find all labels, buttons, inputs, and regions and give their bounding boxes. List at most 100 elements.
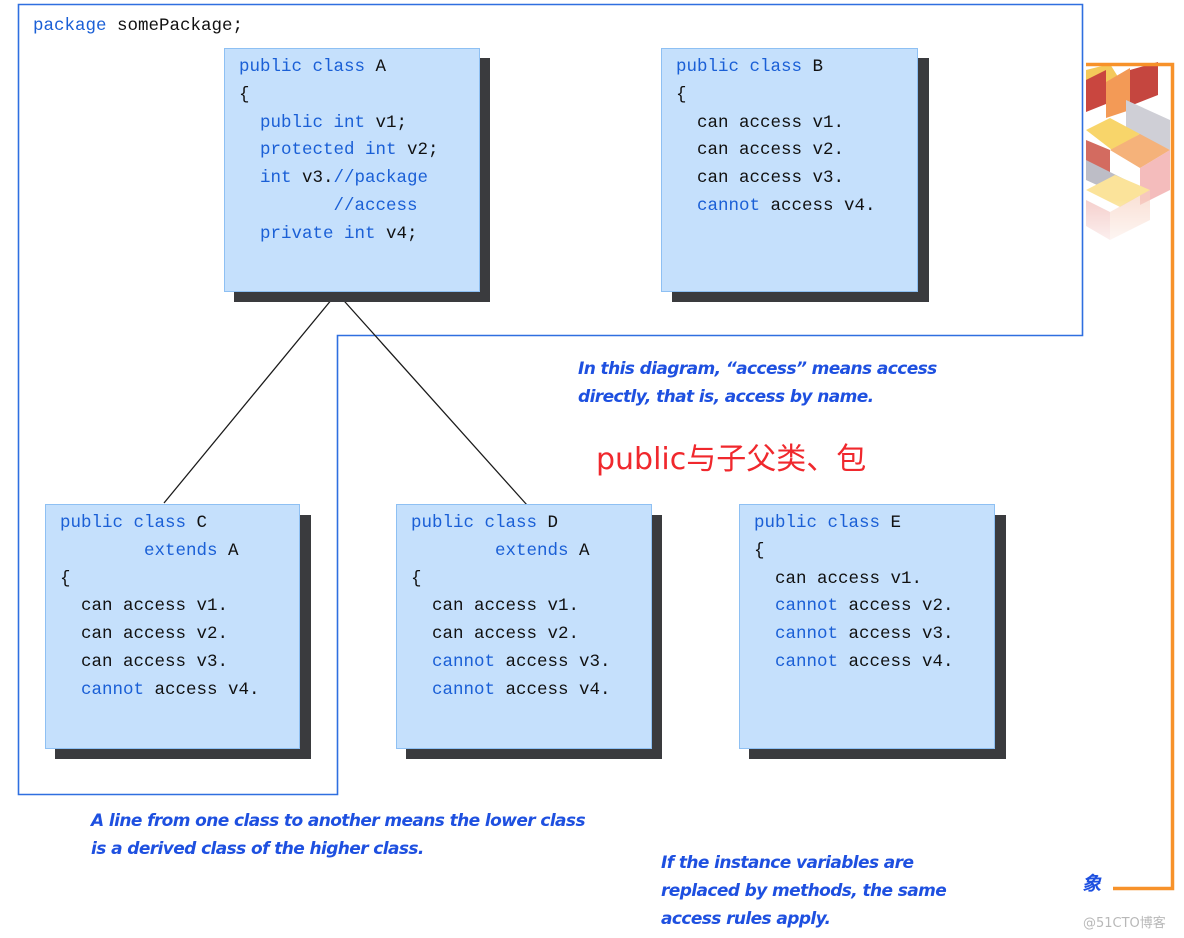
code-keyword: cannot — [754, 596, 839, 617]
class-c-box: public class C extends A { can access v1.… — [45, 504, 312, 760]
inheritance-line-a-d — [336, 292, 528, 506]
code-text: access v4. — [144, 679, 260, 700]
code-text: can access v3. — [60, 651, 229, 672]
note-line: directly, that is, access by name. — [578, 386, 874, 407]
code-text: access v4. — [838, 651, 954, 672]
code-line: { — [239, 82, 479, 110]
code-line: cannot access v4. — [411, 677, 651, 705]
code-line: int v3.//package — [239, 165, 479, 193]
code-text: A — [217, 540, 239, 561]
code-line: public class A — [239, 54, 479, 82]
note-methods-rule: If the instance variables are replaced b… — [661, 849, 981, 932]
code-keyword: public class — [60, 513, 187, 533]
code-line: public class B — [676, 54, 917, 82]
class-b-code: public class B{ can access v1. can acces… — [661, 48, 918, 292]
orange-bracket — [1086, 62, 1175, 891]
class-a-box: public class A{ public int v1; protected… — [224, 48, 492, 303]
code-text: access v4. — [760, 195, 876, 216]
code-keyword: public class — [411, 513, 538, 533]
code-keyword: extends — [60, 540, 218, 561]
code-line: can access v1. — [60, 593, 299, 621]
class-b-box: public class B{ can access v1. can acces… — [661, 48, 931, 303]
code-keyword: int — [239, 168, 292, 189]
code-text: access v4. — [495, 679, 611, 700]
class-c-code: public class C extends A { can access v1.… — [45, 504, 300, 749]
code-text: B — [802, 57, 824, 77]
code-line: //access — [239, 193, 479, 221]
code-line: can access v2. — [60, 621, 299, 649]
note-line: If the instance variables are — [661, 853, 914, 873]
code-line: public int v1; — [239, 110, 479, 138]
code-line: can access v2. — [411, 621, 651, 649]
code-text: { — [411, 568, 422, 589]
code-keyword: //access — [239, 195, 418, 216]
diagram-lines — [17, 3, 1175, 891]
code-line: cannot access v3. — [411, 649, 651, 677]
code-keyword: cannot — [754, 624, 839, 645]
note-line: A line from one class to another means t… — [91, 811, 586, 831]
code-line: { — [60, 566, 299, 594]
code-keyword: cannot — [754, 651, 839, 672]
code-keyword: cannot — [676, 195, 761, 216]
code-line: private int v4; — [239, 221, 479, 249]
code-line: { — [676, 82, 917, 110]
note-line: In this diagram, “access” means access — [578, 359, 937, 379]
code-line: can access v1. — [411, 593, 651, 621]
code-line: can access v3. — [676, 165, 917, 193]
code-text: v3. — [291, 168, 334, 189]
code-line: public class C — [60, 510, 299, 538]
code-text: can access v2. — [411, 624, 580, 645]
note-line-meaning: A line from one class to another means t… — [91, 807, 611, 863]
code-line: { — [754, 538, 994, 566]
code-text: can access v2. — [60, 624, 229, 645]
package-name: somePackage; — [117, 16, 244, 36]
code-line: cannot access v3. — [754, 621, 994, 649]
code-keyword: //package — [333, 168, 429, 189]
code-line: extends A — [411, 538, 651, 566]
cropped-glyph: 象 — [1082, 873, 1101, 895]
class-e-box: public class E{ can access v1. cannot ac… — [739, 504, 1007, 760]
code-keyword: public int — [239, 112, 366, 133]
code-line: public class E — [754, 510, 994, 538]
code-text: { — [60, 568, 71, 589]
code-text: { — [754, 540, 765, 561]
chinese-title: public与子父类、包 — [596, 442, 867, 477]
code-keyword: cannot — [60, 679, 145, 700]
code-text: C — [186, 513, 208, 533]
code-text: can access v1. — [676, 112, 845, 133]
class-a-code: public class A{ public int v1; protected… — [224, 48, 480, 292]
code-line: can access v1. — [676, 110, 917, 138]
code-text: E — [880, 513, 902, 533]
code-text: A — [568, 540, 590, 561]
code-text: v1; — [365, 112, 408, 133]
code-line: cannot access v4. — [754, 649, 994, 677]
code-keyword: private int — [239, 223, 376, 244]
code-keyword: protected int — [239, 140, 397, 161]
code-keyword: extends — [411, 540, 569, 561]
code-text: v4; — [375, 223, 418, 244]
code-text: { — [239, 84, 250, 105]
code-text: A — [365, 57, 387, 77]
code-line: public class D — [411, 510, 651, 538]
code-text: can access v2. — [676, 140, 845, 161]
code-text: can access v3. — [676, 168, 845, 189]
code-text: v2; — [396, 140, 439, 161]
code-line: cannot access v2. — [754, 593, 994, 621]
code-keyword: cannot — [411, 651, 496, 672]
class-e-code: public class E{ can access v1. cannot ac… — [739, 504, 995, 749]
note-line: access rules apply. — [661, 908, 831, 929]
code-keyword: public class — [676, 57, 803, 77]
code-text: { — [676, 84, 687, 105]
watermark: @51CTO博客 — [1083, 916, 1166, 931]
inheritance-line-a-c — [163, 292, 338, 504]
code-keyword: cannot — [411, 679, 496, 700]
code-line: { — [411, 566, 651, 594]
code-text: access v2. — [838, 596, 954, 617]
package-keyword: package — [33, 16, 107, 36]
class-d-box: public class D extends A{ can access v1.… — [396, 504, 664, 760]
note-access-meaning: In this diagram, “access” means access d… — [578, 355, 978, 411]
code-line: can access v2. — [676, 137, 917, 165]
code-line: can access v3. — [60, 649, 299, 677]
code-text: D — [537, 513, 559, 533]
package-declaration: package somePackage; — [33, 13, 243, 41]
